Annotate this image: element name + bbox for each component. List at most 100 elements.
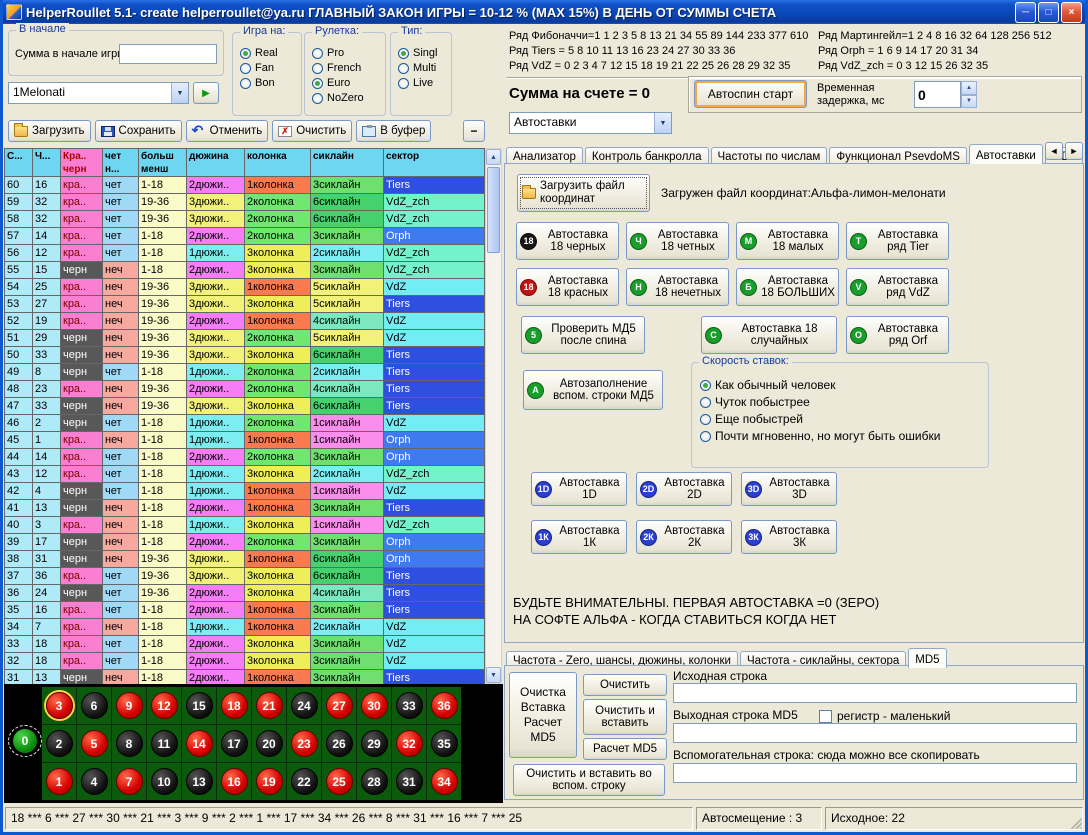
board-number-27[interactable]: 27 (322, 687, 356, 724)
board-number-15[interactable]: 15 (182, 687, 216, 724)
autobet-button[interactable]: ЧАвтоставка 18 четных (626, 222, 729, 260)
board-number-23[interactable]: 23 (287, 725, 321, 762)
radio-option-Euro[interactable]: Euro (312, 77, 385, 89)
md5-calc-button[interactable]: Расчет MD5 (583, 738, 667, 760)
collapse-button[interactable]: − (463, 120, 485, 142)
scroll-up-icon[interactable]: ▲ (486, 149, 501, 165)
output-string-input[interactable] (673, 723, 1077, 743)
tab-Автоставки[interactable]: Автоставки (969, 144, 1043, 164)
autobet-button[interactable]: VАвтоставка ряд VdZ (846, 268, 949, 306)
aux-string-input[interactable] (673, 763, 1077, 783)
register-checkbox[interactable] (819, 710, 832, 723)
autobet-button[interactable]: ОАвтоставка ряд Orf (846, 316, 949, 354)
autobet-button[interactable]: 18Автоставка 18 черных (516, 222, 619, 260)
radio-option-Singl[interactable]: Singl (398, 47, 451, 59)
radio-option-French[interactable]: French (312, 62, 385, 74)
radio-option-Multi[interactable]: Multi (398, 62, 451, 74)
board-number-30[interactable]: 30 (357, 687, 391, 724)
delay-input[interactable] (914, 81, 961, 108)
board-number-1[interactable]: 1 (42, 763, 76, 800)
autobet-button[interactable]: 18Автоставка 18 красных (516, 268, 619, 306)
maximize-button[interactable]: □ (1038, 2, 1059, 23)
radio-option-Чуток побыстрее[interactable]: Чуток побыстрее (700, 395, 988, 409)
autobet-button[interactable]: 2DАвтоставка 2D (636, 472, 732, 506)
board-number-24[interactable]: 24 (287, 687, 321, 724)
radio-option-Fan[interactable]: Fan (240, 62, 301, 74)
radio-option-Real[interactable]: Real (240, 47, 301, 59)
board-number-14[interactable]: 14 (182, 725, 216, 762)
radio-option-Как обычный человек[interactable]: Как обычный человек (700, 378, 988, 392)
zero-chip[interactable]: 0 (13, 729, 37, 753)
board-number-16[interactable]: 16 (217, 763, 251, 800)
autobet-button[interactable]: 5Проверить МД5 после спина (521, 316, 645, 354)
board-number-21[interactable]: 21 (252, 687, 286, 724)
radio-option-NoZero[interactable]: NoZero (312, 92, 385, 104)
start-sum-input[interactable] (119, 44, 217, 64)
board-number-36[interactable]: 36 (427, 687, 461, 724)
toolbar-button-Отменить[interactable]: Отменить (186, 120, 269, 142)
board-number-35[interactable]: 35 (427, 725, 461, 762)
autobet-button[interactable]: ААвтозаполнение вспом. строки МД5 (523, 370, 663, 410)
radio-option-Pro[interactable]: Pro (312, 47, 385, 59)
preset-combobox[interactable]: 1Melonati ▼ (8, 82, 189, 104)
board-number-19[interactable]: 19 (252, 763, 286, 800)
autobet-button[interactable]: 1КАвтоставка 1К (531, 520, 627, 554)
play-button[interactable]: ▶ (193, 82, 219, 104)
board-number-2[interactable]: 2 (42, 725, 76, 762)
md5-clear-button[interactable]: Очистить (583, 674, 667, 696)
board-number-13[interactable]: 13 (182, 763, 216, 800)
autobet-button[interactable]: 2КАвтоставка 2К (636, 520, 732, 554)
autobet-button[interactable]: НАвтоставка 18 нечетных (626, 268, 729, 306)
resize-grip[interactable] (1069, 816, 1082, 829)
radio-option-Bon[interactable]: Bon (240, 77, 301, 89)
scrollbar-thumb[interactable] (487, 167, 500, 253)
board-number-17[interactable]: 17 (217, 725, 251, 762)
board-number-33[interactable]: 33 (392, 687, 426, 724)
board-number-3[interactable]: 3 (42, 687, 76, 724)
minimize-button[interactable]: ─ (1015, 2, 1036, 23)
source-string-input[interactable] (673, 683, 1077, 703)
toolbar-button-В буфер[interactable]: В буфер (356, 120, 431, 142)
board-number-12[interactable]: 12 (147, 687, 181, 724)
md5-combo-button[interactable]: Очистка Вставка Расчет MD5 (509, 672, 577, 758)
scroll-down-icon[interactable]: ▼ (486, 667, 501, 683)
toolbar-button-Загрузить[interactable]: Загрузить (8, 120, 91, 142)
toolbar-button-Сохранить[interactable]: Сохранить (95, 120, 182, 142)
board-number-4[interactable]: 4 (77, 763, 111, 800)
load-coordinates-button[interactable]: Загрузить файл координат (517, 174, 650, 212)
table-scrollbar[interactable]: ▲ ▼ (485, 148, 502, 684)
autobet-button[interactable]: 1DАвтоставка 1D (531, 472, 627, 506)
chevron-down-icon[interactable]: ▼ (171, 83, 188, 103)
tab-scroll-left-icon[interactable]: ◄ (1045, 142, 1063, 160)
toolbar-button-Очистить[interactable]: Очистить (272, 120, 352, 142)
md5-clear-paste-aux-button[interactable]: Очистить и вставить во вспом. строку (513, 764, 665, 796)
board-number-18[interactable]: 18 (217, 687, 251, 724)
spin-down-icon[interactable]: ▼ (961, 95, 977, 109)
board-number-10[interactable]: 10 (147, 763, 181, 800)
board-number-11[interactable]: 11 (147, 725, 181, 762)
tab-scroll-right-icon[interactable]: ► (1065, 142, 1083, 160)
board-number-29[interactable]: 29 (357, 725, 391, 762)
autobet-button[interactable]: САвтоставка 18 случайных (701, 316, 837, 354)
autospin-start-button[interactable]: Автоспин старт (694, 80, 807, 108)
board-number-7[interactable]: 7 (112, 763, 146, 800)
autobet-button[interactable]: МАвтоставка 18 малых (736, 222, 839, 260)
board-number-28[interactable]: 28 (357, 763, 391, 800)
autobet-button[interactable]: 3DАвтоставка 3D (741, 472, 837, 506)
radio-option-Live[interactable]: Live (398, 77, 451, 89)
board-number-5[interactable]: 5 (77, 725, 111, 762)
board-number-25[interactable]: 25 (322, 763, 356, 800)
board-number-32[interactable]: 32 (392, 725, 426, 762)
radio-option-Почти мгновенно, но могут быть ошибки[interactable]: Почти мгновенно, но могут быть ошибки (700, 429, 988, 443)
autobet-button[interactable]: 3КАвтоставка 3К (741, 520, 837, 554)
radio-option-Еще побыстрей[interactable]: Еще побыстрей (700, 412, 988, 426)
board-number-6[interactable]: 6 (77, 687, 111, 724)
board-number-22[interactable]: 22 (287, 763, 321, 800)
spin-up-icon[interactable]: ▲ (961, 81, 977, 95)
tab-MD5[interactable]: MD5 (908, 648, 946, 668)
board-number-8[interactable]: 8 (112, 725, 146, 762)
board-number-26[interactable]: 26 (322, 725, 356, 762)
board-number-34[interactable]: 34 (427, 763, 461, 800)
autobets-combobox[interactable]: Автоставки ▼ (509, 112, 672, 134)
board-number-31[interactable]: 31 (392, 763, 426, 800)
